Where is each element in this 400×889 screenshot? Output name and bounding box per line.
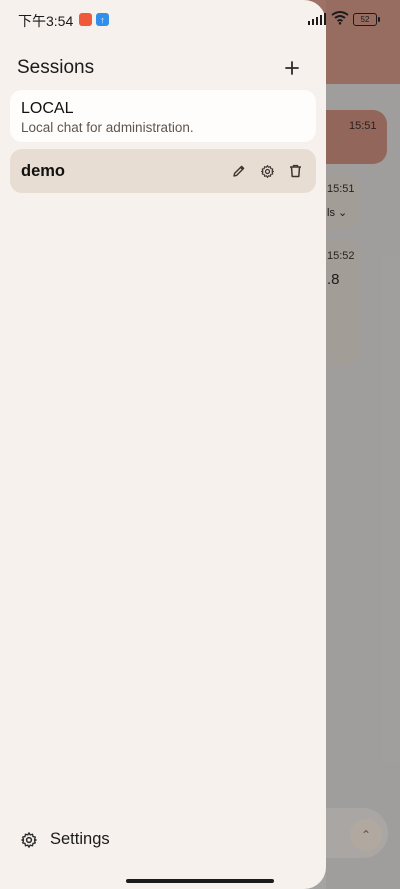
add-session-button[interactable]: [276, 52, 308, 84]
session-name: demo: [21, 161, 66, 180]
upload-app-icon: ↑: [96, 13, 109, 26]
session-settings-button[interactable]: [257, 161, 277, 181]
session-name: LOCAL: [21, 100, 74, 117]
background-message-time: 15:52: [327, 250, 355, 262]
drawer-title: Sessions: [17, 57, 95, 78]
plus-icon: [285, 61, 299, 75]
status-time: 下午3:54: [18, 13, 74, 29]
edit-session-button[interactable]: [229, 161, 249, 181]
delete-session-button[interactable]: [285, 161, 305, 181]
background-message-time: 15:51: [349, 120, 377, 132]
session-item-local[interactable]: LOCAL Local chat for administration.: [10, 90, 316, 142]
background-message-text: .8: [327, 271, 340, 288]
battery-icon: 52: [353, 13, 380, 26]
settings-label: Settings: [50, 830, 110, 848]
background-message-time: 15:51: [327, 183, 355, 195]
chevron-up-icon: ⌃: [360, 828, 372, 842]
home-indicator: [126, 879, 274, 883]
sessions-drawer: Sessions LOCAL Local chat for administra…: [0, 0, 326, 889]
background-send-button: ⌃: [350, 819, 382, 851]
camera-app-icon: [79, 13, 92, 26]
gear-icon: [21, 831, 37, 848]
session-description: Local chat for administration.: [21, 120, 194, 135]
wifi-icon: [331, 11, 349, 25]
edit-icon: [233, 165, 245, 177]
signal-icon: [308, 13, 326, 25]
session-actions: [229, 161, 305, 181]
settings-button[interactable]: Settings: [20, 830, 110, 849]
gear-icon: [260, 164, 274, 178]
status-bar: 下午3:54 ↑ 52: [0, 0, 400, 38]
trash-icon: [289, 164, 301, 178]
session-item-demo[interactable]: demo: [10, 149, 316, 193]
background-details-toggle: ls ⌄: [327, 207, 348, 219]
